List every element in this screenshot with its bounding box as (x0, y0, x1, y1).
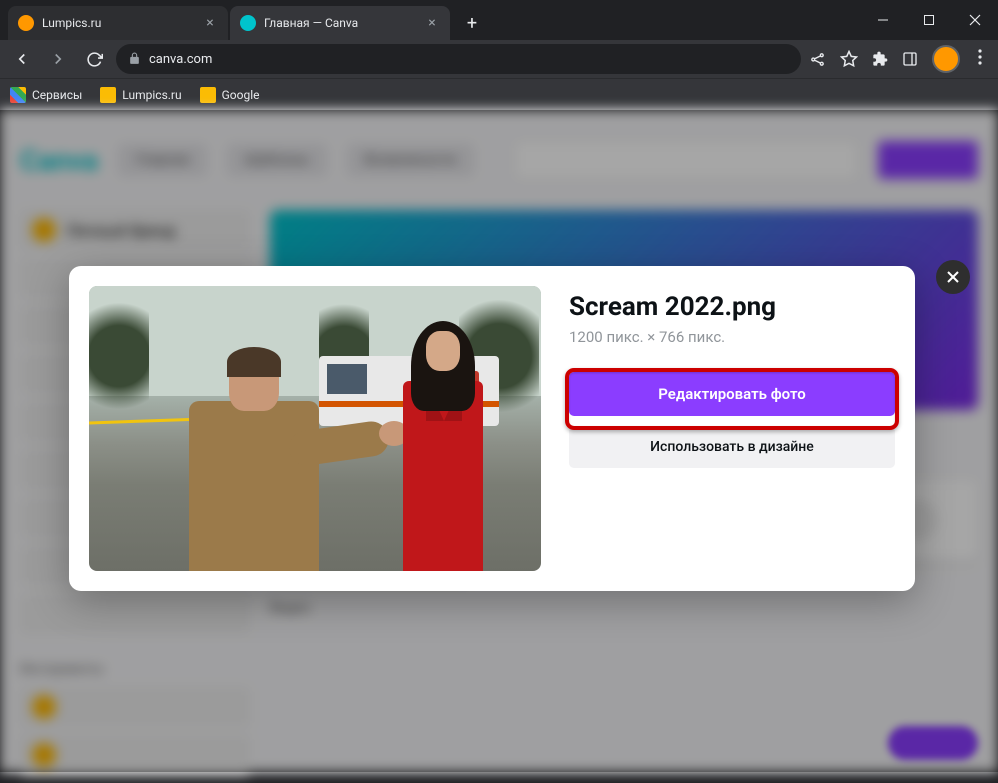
folder-icon (100, 87, 116, 103)
window-close-button[interactable] (952, 0, 998, 40)
upload-preview-modal: Scream 2022.png 1200 пикс. × 766 пикс. Р… (69, 266, 915, 591)
lock-icon (128, 50, 141, 69)
use-in-design-button[interactable]: Использовать в дизайне (569, 426, 895, 468)
url-text: canva.com (149, 52, 212, 67)
close-icon[interactable]: × (202, 15, 218, 31)
share-icon[interactable] (809, 51, 826, 68)
tab-title: Lumpics.ru (42, 16, 196, 30)
maximize-button[interactable] (906, 0, 952, 40)
apps-icon (10, 87, 26, 103)
browser-tab[interactable]: Главная — Canva × (230, 6, 450, 40)
reload-button[interactable] (80, 45, 108, 73)
favicon-icon (240, 15, 256, 31)
close-icon (946, 270, 960, 284)
tabs-region: Lumpics.ru × Главная — Canva × + (0, 6, 860, 40)
menu-icon[interactable] (974, 49, 986, 69)
bookmark-item[interactable]: Lumpics.ru (100, 87, 181, 103)
file-dimensions: 1200 пикс. × 766 пикс. (569, 328, 895, 346)
close-icon[interactable]: × (424, 15, 440, 31)
edit-photo-button[interactable]: Редактировать фото (569, 372, 895, 416)
modal-details: Scream 2022.png 1200 пикс. × 766 пикс. Р… (569, 286, 895, 571)
toolbar-actions (809, 45, 990, 73)
minimize-button[interactable] (860, 0, 906, 40)
window-titlebar: Lumpics.ru × Главная — Canva × + (0, 0, 998, 40)
extensions-icon[interactable] (872, 51, 888, 67)
bookmark-label: Сервисы (32, 88, 82, 102)
folder-icon (200, 87, 216, 103)
forward-button[interactable] (44, 45, 72, 73)
bookmarks-bar: Сервисы Lumpics.ru Google (0, 78, 998, 110)
preview-image (89, 286, 541, 571)
window-controls (860, 0, 998, 40)
favicon-icon (18, 15, 34, 31)
star-icon[interactable] (840, 50, 858, 68)
sidepanel-icon[interactable] (902, 51, 918, 67)
bookmark-label: Lumpics.ru (122, 88, 181, 102)
tab-title: Главная — Canva (264, 16, 418, 30)
apps-shortcut[interactable]: Сервисы (10, 87, 82, 103)
bookmark-item[interactable]: Google (200, 87, 260, 103)
back-button[interactable] (8, 45, 36, 73)
browser-toolbar: canva.com (0, 40, 998, 78)
modal-close-button[interactable] (936, 260, 970, 294)
file-name: Scream 2022.png (569, 292, 895, 322)
browser-tab[interactable]: Lumpics.ru × (8, 6, 228, 40)
new-tab-button[interactable]: + (458, 9, 486, 37)
profile-avatar[interactable] (932, 45, 960, 73)
address-bar[interactable]: canva.com (116, 44, 801, 74)
bookmark-label: Google (222, 88, 260, 102)
